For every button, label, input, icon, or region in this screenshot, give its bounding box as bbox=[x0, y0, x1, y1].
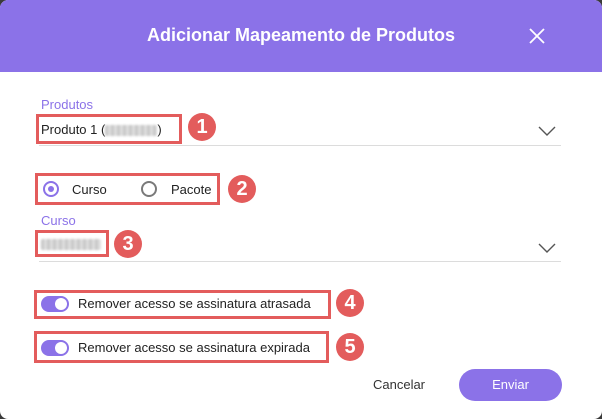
highlight-box-3 bbox=[35, 230, 109, 257]
annotation-badge-2: 2 bbox=[228, 175, 256, 203]
cancel-button[interactable]: Cancelar bbox=[359, 370, 439, 400]
curso-label: Curso bbox=[41, 213, 76, 228]
annotation-badge-3: 3 bbox=[114, 230, 142, 258]
produtos-label: Produtos bbox=[41, 97, 94, 112]
annotation-badge-4: 4 bbox=[336, 289, 364, 317]
curso-chevron-down-icon[interactable] bbox=[537, 242, 557, 254]
dialog-title: Adicionar Mapeamento de Produtos bbox=[146, 25, 456, 45]
dialog-header: Adicionar Mapeamento de Produtos bbox=[0, 0, 602, 72]
add-product-mapping-dialog: Adicionar Mapeamento de Produtos Produto… bbox=[0, 0, 602, 419]
close-icon[interactable] bbox=[527, 26, 547, 46]
annotation-badge-5: 5 bbox=[336, 333, 364, 361]
highlight-box-2 bbox=[35, 173, 220, 205]
produtos-select-underline bbox=[39, 145, 561, 146]
highlight-box-1 bbox=[36, 114, 182, 144]
highlight-box-4 bbox=[34, 290, 331, 319]
submit-button[interactable]: Enviar bbox=[459, 369, 562, 401]
highlight-box-5 bbox=[34, 331, 329, 363]
annotation-badge-1: 1 bbox=[188, 113, 216, 141]
curso-select-underline bbox=[39, 261, 561, 262]
produtos-chevron-down-icon[interactable] bbox=[537, 125, 557, 137]
